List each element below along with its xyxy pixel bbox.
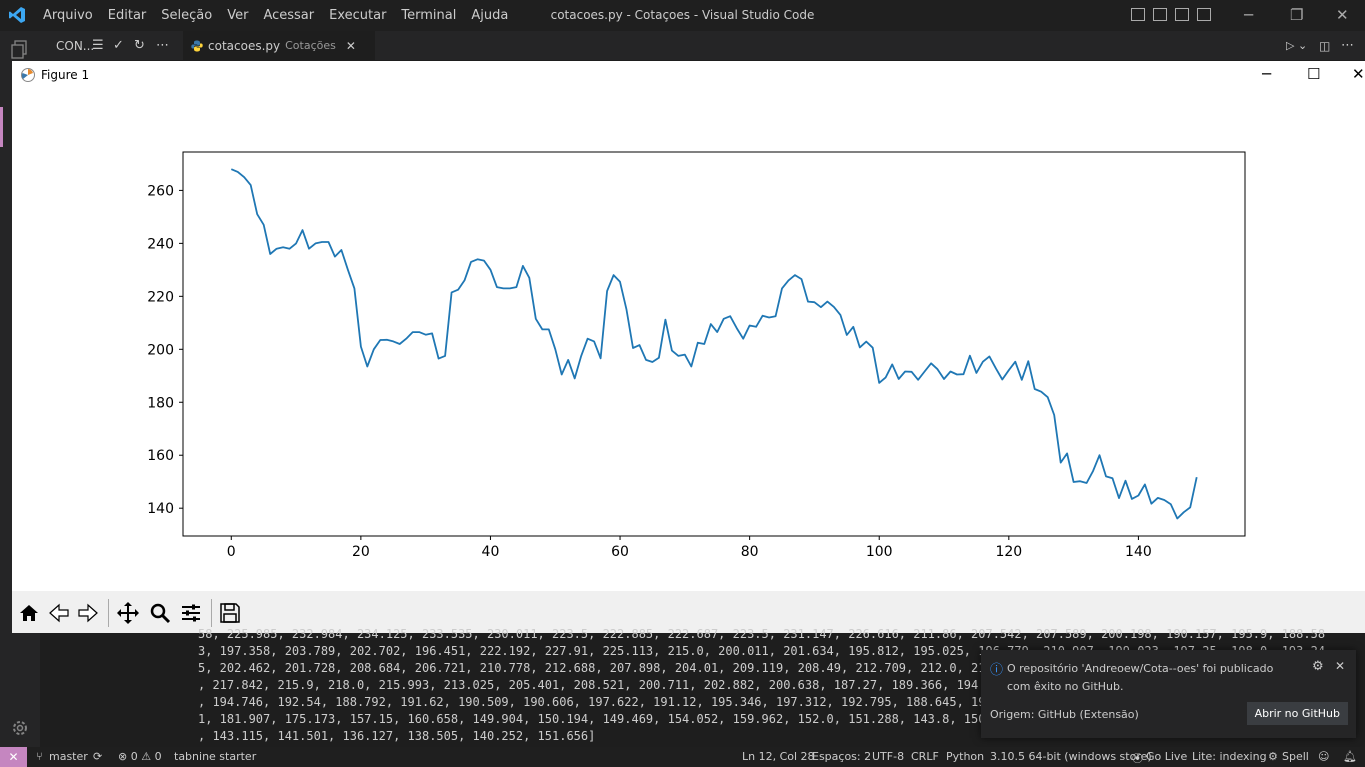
- explorer-title: CON...: [56, 38, 95, 53]
- tab-file-name: cotacoes.py: [208, 38, 281, 53]
- x-tick-label: 100: [866, 544, 893, 560]
- gear-icon[interactable]: [10, 718, 30, 738]
- zoom-icon[interactable]: [146, 599, 174, 627]
- y-tick-label: 180: [147, 395, 174, 411]
- toggle-sidebar-icon[interactable]: [1131, 8, 1145, 21]
- toggle-secondary-sidebar-icon[interactable]: [1175, 8, 1189, 21]
- close-window-icon[interactable]: ✕: [1336, 6, 1349, 24]
- refresh-icon[interactable]: ↻: [134, 31, 145, 60]
- explorer-icon[interactable]: [10, 39, 30, 59]
- sync-icon[interactable]: ⟳: [93, 750, 102, 763]
- y-tick-label: 140: [147, 501, 174, 517]
- encoding[interactable]: UTF-8: [872, 750, 904, 763]
- notification-close-icon[interactable]: ✕: [1335, 659, 1345, 673]
- figure-window: Figure 1 ─ ☐ ✕ 0 20 40 60 80 100 120 140 140 160…: [12, 61, 1365, 633]
- axes-frame: [182, 151, 1246, 537]
- close-tab-icon[interactable]: ✕: [346, 39, 356, 53]
- open-on-github-button[interactable]: Abrir no GitHub: [1246, 702, 1348, 725]
- notification-message: O repositório 'Andreoew/Cota--oes' foi p…: [1007, 662, 1274, 693]
- check-icon[interactable]: ✓: [113, 31, 124, 60]
- branch-icon: ⑂: [36, 750, 43, 763]
- x-tick-label: 20: [352, 544, 370, 560]
- toolbar-separator: [211, 599, 212, 627]
- lite-indexing[interactable]: Lite: indexing: [1192, 750, 1267, 763]
- x-tick-label: 80: [741, 544, 759, 560]
- figure-close-icon[interactable]: ✕: [1352, 65, 1365, 83]
- line-ending[interactable]: CRLF: [911, 750, 939, 763]
- terminal-line: 5, 202.462, 201.728, 208.684, 206.721, 2…: [198, 661, 1008, 675]
- cursor-position[interactable]: Ln 12, Col 28: [742, 750, 815, 763]
- more-actions-icon[interactable]: ⋯: [156, 31, 169, 60]
- remote-indicator-icon[interactable]: ✕: [0, 747, 27, 767]
- x-tick-label: 60: [611, 544, 629, 560]
- figure-title: Figure 1: [41, 68, 90, 82]
- series-line: [230, 168, 1198, 520]
- y-tick-label: 160: [147, 448, 174, 464]
- y-axis-ticks: 140 160 180 200 220 240 260: [147, 183, 183, 517]
- status-bar: ✕ ⑂ master ⟳ ⊗ 0 ⚠ 0 tabnine starter Ln …: [0, 747, 1365, 767]
- notifications-bell-icon[interactable]: 🔔︎: [1343, 750, 1357, 763]
- back-arrow-icon[interactable]: [45, 599, 73, 627]
- indentation[interactable]: Espaços: 2: [812, 750, 871, 763]
- toggle-panel-icon[interactable]: [1153, 8, 1167, 21]
- matplotlib-icon: [21, 68, 35, 82]
- notification-toast: ⓘ O repositório 'Andreoew/Cota--oes' foi…: [981, 650, 1356, 738]
- python-file-icon: [191, 40, 203, 51]
- notification-source: Origem: GitHub (Extensão): [990, 708, 1139, 721]
- figure-title-bar: Figure 1 ─ ☐ ✕: [12, 61, 1365, 89]
- terminal-line: , 194.746, 192.54, 188.792, 191.62, 190.…: [198, 695, 1008, 709]
- restore-icon[interactable]: ❐: [1290, 6, 1303, 24]
- editor-tab-bar: CON... ☰ ✓ ↻ ⋯ cotacoes.py Cotações ✕ ▷ …: [40, 31, 1365, 60]
- run-icon[interactable]: ▷ ⌄: [1286, 31, 1307, 60]
- activity-indicator: [0, 107, 3, 147]
- python-interpreter[interactable]: 3.10.5 64-bit (windows store): [990, 750, 1152, 763]
- split-editor-icon[interactable]: ◫: [1319, 31, 1330, 60]
- list-icon[interactable]: ☰: [92, 31, 104, 60]
- tabnine-status[interactable]: tabnine starter: [174, 750, 256, 763]
- terminal-line: 58, 225.985, 232.984, 234.125, 233.535, …: [198, 627, 1326, 641]
- terminal-line: , 217.842, 215.9, 218.0, 215.993, 213.02…: [198, 678, 1008, 692]
- y-tick-label: 260: [147, 183, 174, 199]
- tab-cotacoes-py[interactable]: cotacoes.py Cotações ✕: [183, 31, 375, 60]
- terminal-line: , 143.115, 141.501, 136.127, 138.505, 14…: [198, 729, 596, 743]
- editor-more-icon[interactable]: ⋯: [1341, 31, 1354, 60]
- forward-arrow-icon[interactable]: [74, 599, 102, 627]
- explorer-header: CON...: [56, 31, 94, 60]
- go-live-button[interactable]: Go Live: [1146, 750, 1187, 763]
- x-tick-label: 40: [482, 544, 500, 560]
- tab-folder-name: Cotações: [285, 39, 336, 52]
- spell-icon: ⚙: [1268, 750, 1278, 763]
- configure-subplots-icon[interactable]: [177, 599, 205, 627]
- x-axis-ticks: 0 20 40 60 80 100 120 140: [227, 536, 1152, 560]
- y-tick-label: 240: [147, 236, 174, 252]
- x-tick-label: 140: [1125, 544, 1152, 560]
- feedback-icon[interactable]: ☺: [1318, 750, 1329, 763]
- problems-indicator[interactable]: ⊗ 0 ⚠ 0: [118, 750, 162, 763]
- x-tick-label: 0: [227, 544, 236, 560]
- pan-icon[interactable]: [114, 599, 142, 627]
- broadcast-icon: ⦿: [1132, 752, 1143, 765]
- notification-settings-icon[interactable]: ⚙: [1312, 659, 1324, 674]
- vscode-title-bar: Arquivo Editar Seleção Ver Acessar Execu…: [0, 0, 1365, 31]
- y-tick-label: 220: [147, 289, 174, 305]
- figure-maximize-icon[interactable]: ☐: [1307, 65, 1320, 83]
- branch-name[interactable]: master: [49, 750, 88, 763]
- spell-status[interactable]: Spell: [1282, 750, 1309, 763]
- line-chart: 0 20 40 60 80 100 120 140 140 160 180 200 220 240 260: [147, 151, 1246, 560]
- figure-minimize-icon[interactable]: ─: [1262, 65, 1271, 83]
- x-tick-label: 120: [995, 544, 1022, 560]
- save-icon[interactable]: [216, 599, 244, 627]
- home-icon[interactable]: [15, 599, 43, 627]
- terminal-line: 1, 181.907, 175.173, 157.15, 160.658, 14…: [198, 712, 1008, 726]
- y-tick-label: 200: [147, 342, 174, 358]
- toolbar-separator: [108, 599, 109, 627]
- info-icon: ⓘ: [990, 663, 1004, 678]
- customize-layout-icon[interactable]: [1197, 8, 1211, 21]
- language-mode[interactable]: Python: [946, 750, 984, 763]
- layout-controls: [1131, 8, 1219, 21]
- minimize-icon[interactable]: ─: [1244, 6, 1253, 24]
